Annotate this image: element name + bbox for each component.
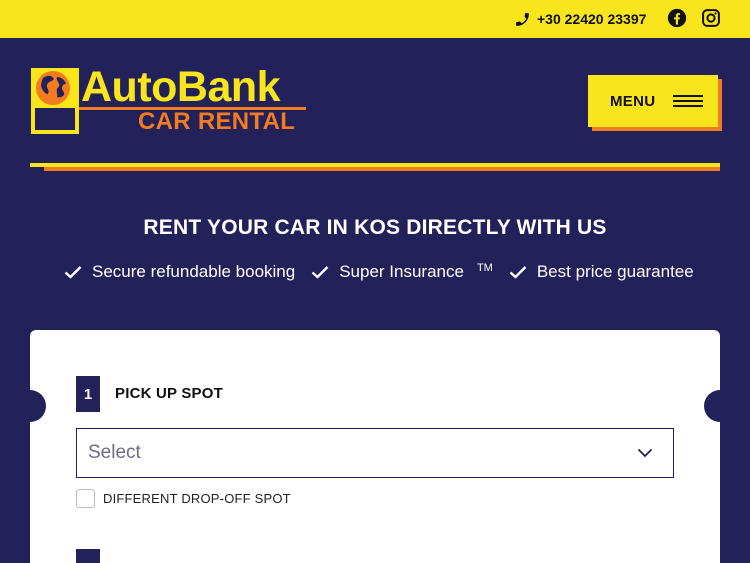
check-icon	[311, 266, 329, 279]
logo-title: AutoBank	[81, 63, 281, 111]
feature-item: Best price guarantee	[509, 262, 694, 282]
different-dropoff-label: DIFFERENT DROP-OFF SPOT	[103, 491, 291, 506]
menu-label: MENU	[610, 92, 656, 110]
menu-button[interactable]: MENU	[588, 75, 718, 127]
feature-label: Super Insurance	[339, 262, 464, 281]
card-notch-left	[14, 390, 46, 422]
step-number: 1	[76, 376, 100, 412]
pickup-spot-label: PICK UP SPOT	[115, 385, 223, 402]
globe-logo-icon	[31, 68, 79, 134]
check-icon	[509, 266, 527, 279]
logo-subtitle: CAR RENTAL	[138, 108, 296, 135]
feature-label: Secure refundable booking	[92, 262, 296, 281]
hamburger-icon	[673, 95, 704, 107]
phone-icon	[516, 12, 529, 26]
step-number-next	[76, 549, 100, 563]
page-headline: RENT YOUR CAR IN KOS DIRECTLY WITH US	[143, 216, 607, 239]
check-icon	[64, 266, 82, 279]
feature-label: Best price guarantee	[536, 262, 694, 281]
pickup-spot-select[interactable]: Select	[76, 428, 674, 478]
facebook-icon[interactable]	[667, 8, 687, 28]
site-logo[interactable]: AutoBank CAR RENTAL	[31, 64, 311, 135]
feature-item: Secure refundable booking	[64, 262, 295, 282]
top-bar: +30 22420 23397	[0, 0, 750, 38]
different-dropoff-option[interactable]: DIFFERENT DROP-OFF SPOT	[76, 489, 291, 508]
instagram-icon[interactable]	[701, 8, 721, 28]
header-divider-orange	[44, 167, 720, 171]
trademark-mark: TM	[476, 262, 493, 274]
feature-list: Secure refundable booking Super Insuranc…	[64, 258, 694, 286]
phone-number: +30 22420 23397	[537, 11, 647, 27]
feature-item: Super Insurance TM	[311, 262, 493, 282]
chevron-down-icon	[637, 448, 653, 458]
phone-link[interactable]: +30 22420 23397	[514, 9, 646, 29]
select-value: Select	[88, 442, 141, 463]
card-notch-right	[704, 390, 736, 422]
different-dropoff-checkbox[interactable]	[76, 489, 95, 508]
